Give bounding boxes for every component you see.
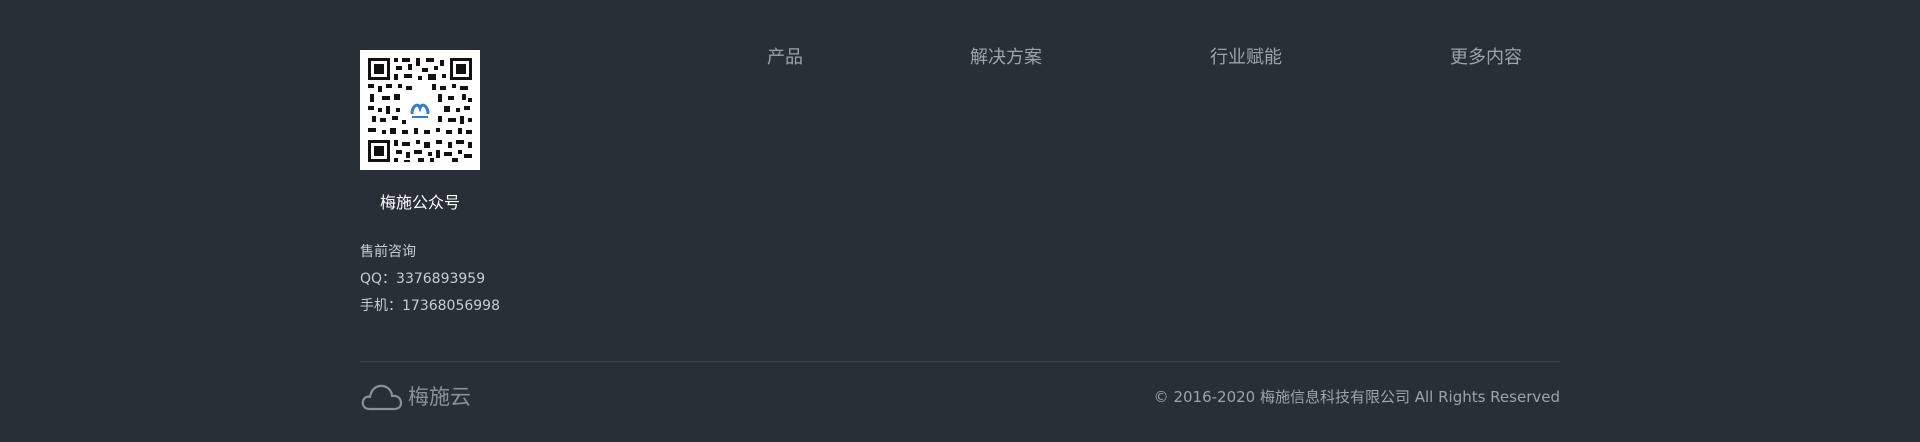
brand-name: 梅施云 (408, 385, 471, 409)
nav-link-solutions[interactable]: 解决方案 (970, 46, 1042, 70)
contact-qq: QQ：3376893959 (360, 271, 486, 287)
contact-phone: 手机：17368056998 (360, 298, 500, 314)
contact-heading: 售前咨询 (360, 244, 416, 260)
footer-divider (360, 361, 1560, 362)
brand-logo[interactable]: 梅施云 (360, 381, 471, 413)
nav-link-products[interactable]: 产品 (767, 46, 803, 70)
nav-link-more[interactable]: 更多内容 (1450, 46, 1522, 70)
copyright-text: © 2016-2020 梅施信息科技有限公司 All Rights Reserv… (1153, 388, 1560, 406)
cloud-icon (361, 384, 403, 411)
qr-code-label: 梅施公众号 (379, 193, 460, 212)
wechat-qr-code (360, 50, 480, 170)
contact-info: 售前咨询 QQ：3376893959 手机：17368056998 (360, 239, 500, 320)
nav-link-industry[interactable]: 行业赋能 (1210, 46, 1282, 70)
site-footer: 梅施公众号 售前咨询 QQ：3376893959 手机：17368056998 … (0, 0, 1920, 442)
